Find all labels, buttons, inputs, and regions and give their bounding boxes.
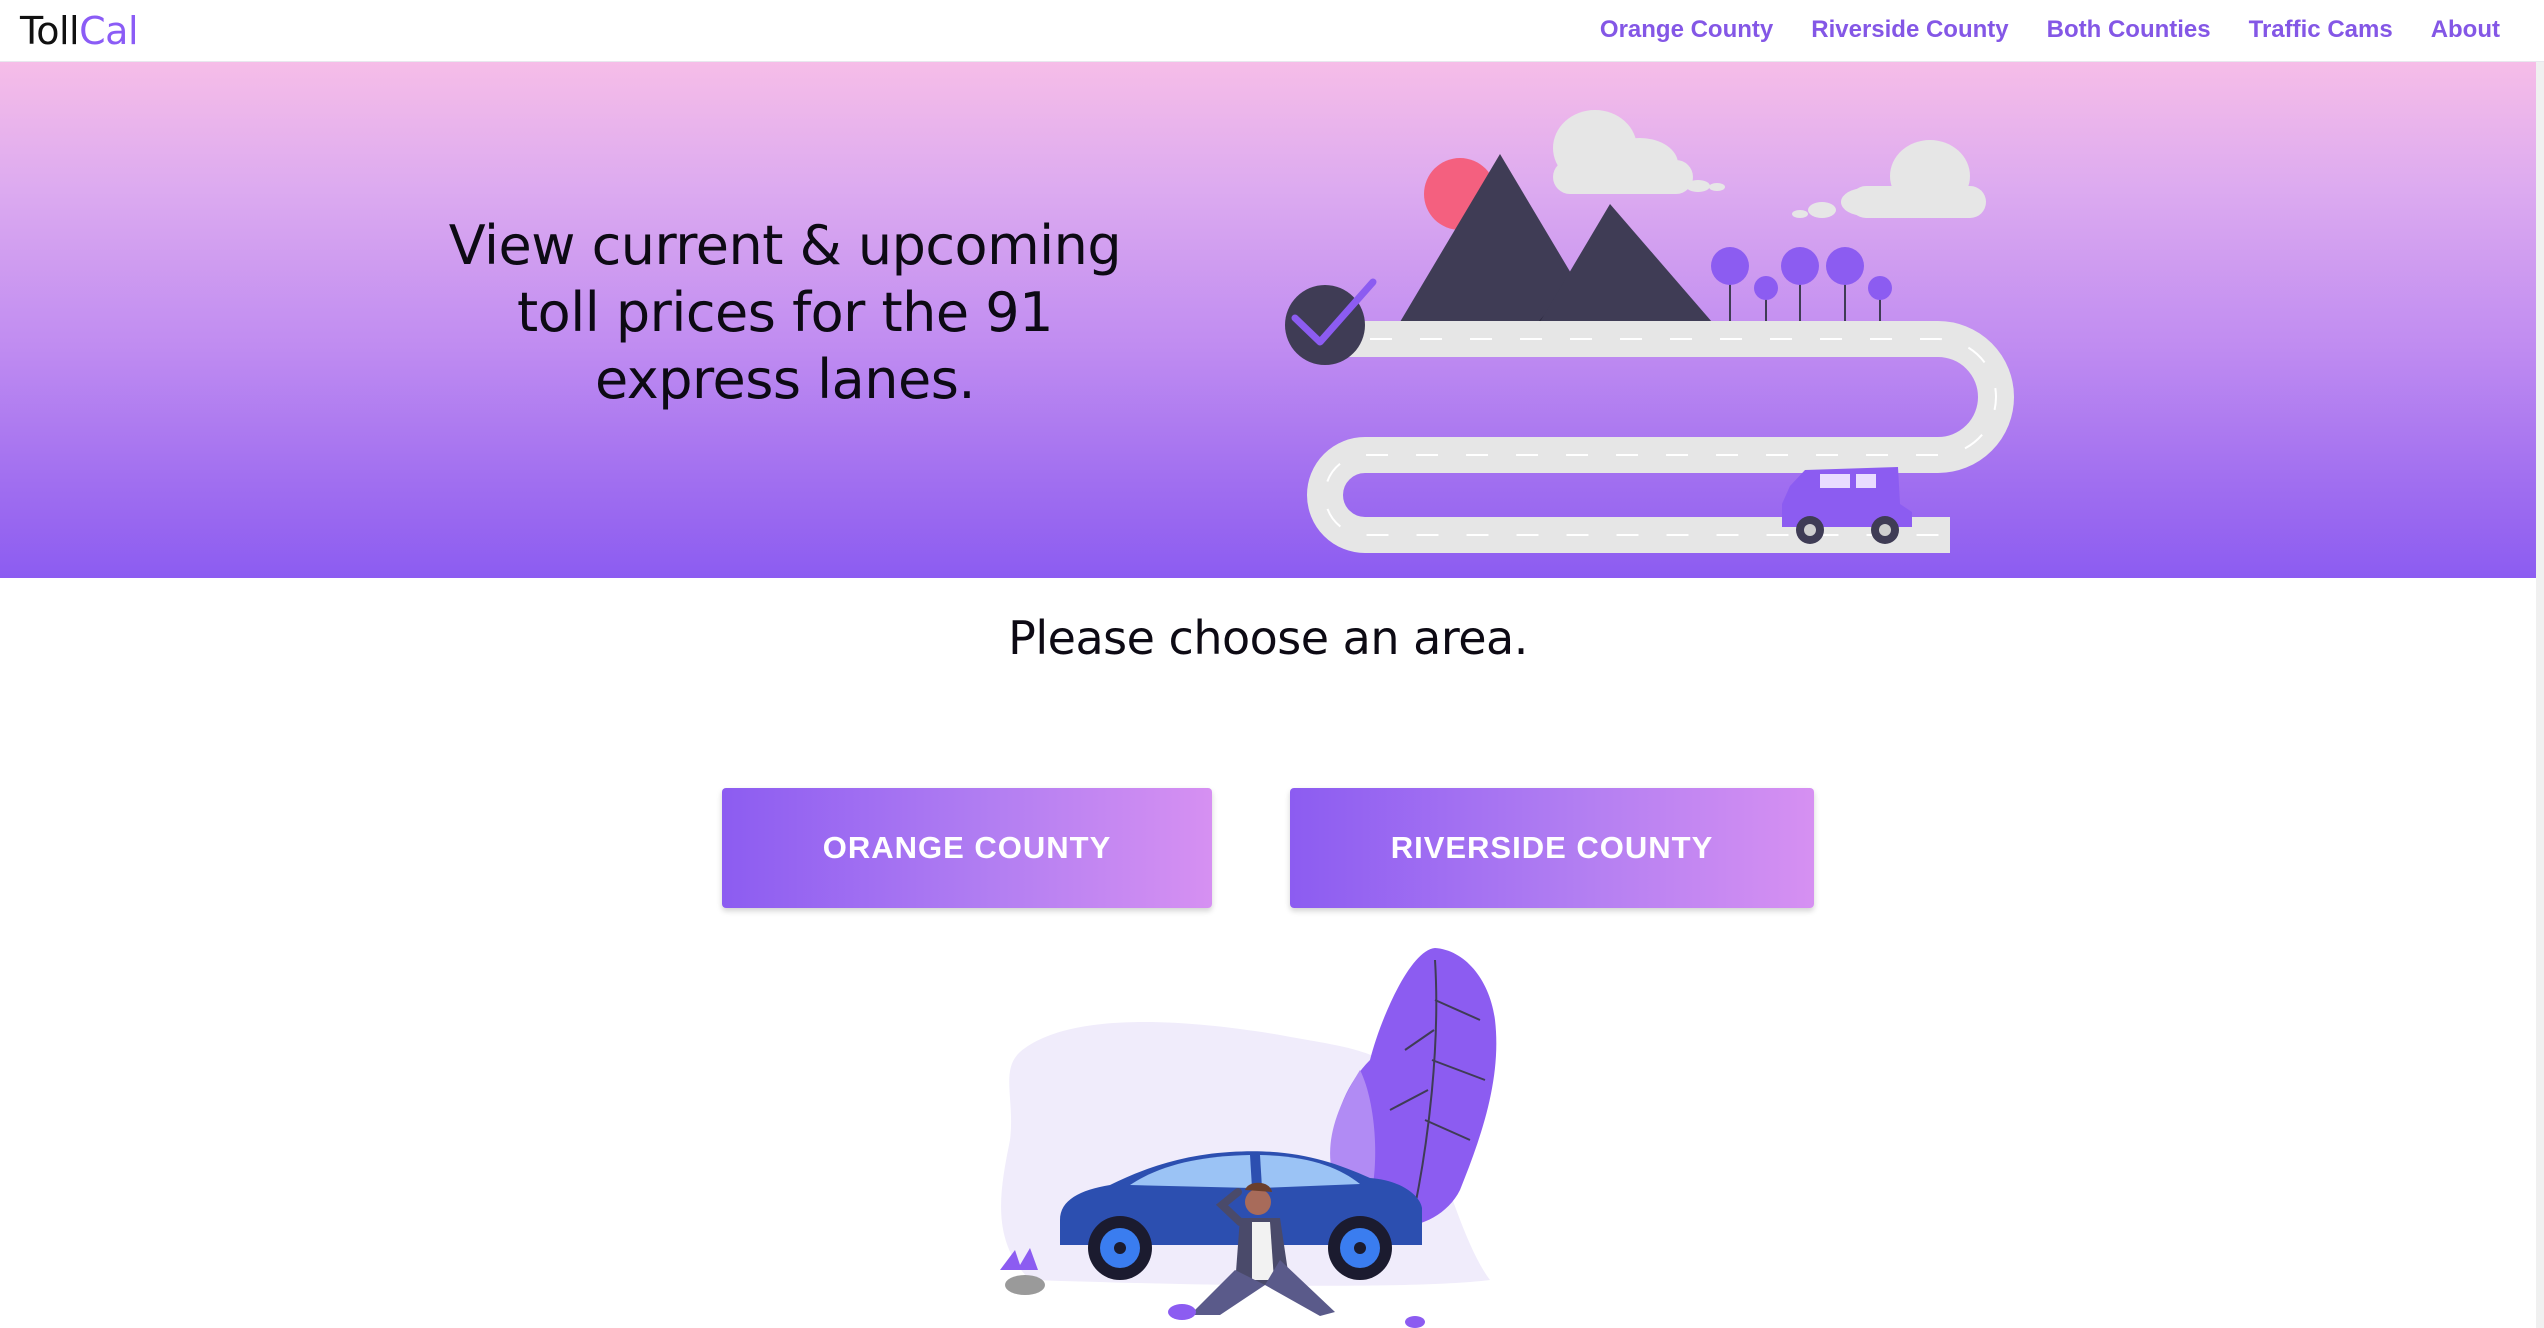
nav-link-orange-county[interactable]: Orange County bbox=[1600, 16, 1773, 44]
hero-banner: View current & upcoming toll prices for … bbox=[0, 62, 2536, 578]
trees-icon bbox=[1711, 247, 1892, 330]
hero-headline: View current & upcoming toll prices for … bbox=[430, 212, 1140, 413]
riverside-county-button[interactable]: RIVERSIDE COUNTY bbox=[1290, 788, 1814, 908]
hero-headline-line3: express lanes. bbox=[594, 348, 976, 411]
hero-headline-line2: toll prices for the 91 bbox=[517, 281, 1054, 344]
nav-link-traffic-cams[interactable]: Traffic Cams bbox=[2249, 16, 2393, 44]
hero-headline-line1: View current & upcoming bbox=[448, 214, 1122, 277]
nav-link-about[interactable]: About bbox=[2431, 16, 2500, 44]
orange-county-button[interactable]: ORANGE COUNTY bbox=[722, 788, 1212, 908]
cloud-icon bbox=[1792, 140, 1986, 218]
nav-links: Orange County Riverside County Both Coun… bbox=[1600, 0, 2500, 60]
brand-name-part1: Toll bbox=[20, 9, 80, 53]
nav-link-both-counties[interactable]: Both Counties bbox=[2047, 16, 2211, 44]
cloud-icon bbox=[1553, 110, 1725, 194]
brand-logo[interactable]: TollCal bbox=[20, 6, 139, 56]
navbar: TollCal Orange County Riverside County B… bbox=[0, 0, 2544, 62]
choose-area-heading: Please choose an area. bbox=[1008, 611, 1528, 665]
page: TollCal Orange County Riverside County B… bbox=[0, 0, 2544, 1328]
brand-name-part2: Cal bbox=[79, 9, 139, 53]
nav-link-riverside-county[interactable]: Riverside County bbox=[1811, 16, 2008, 44]
scrollbar[interactable] bbox=[2536, 62, 2544, 1328]
car-breakdown-illustration bbox=[1000, 948, 1497, 1328]
road-trip-illustration bbox=[1285, 110, 2014, 553]
